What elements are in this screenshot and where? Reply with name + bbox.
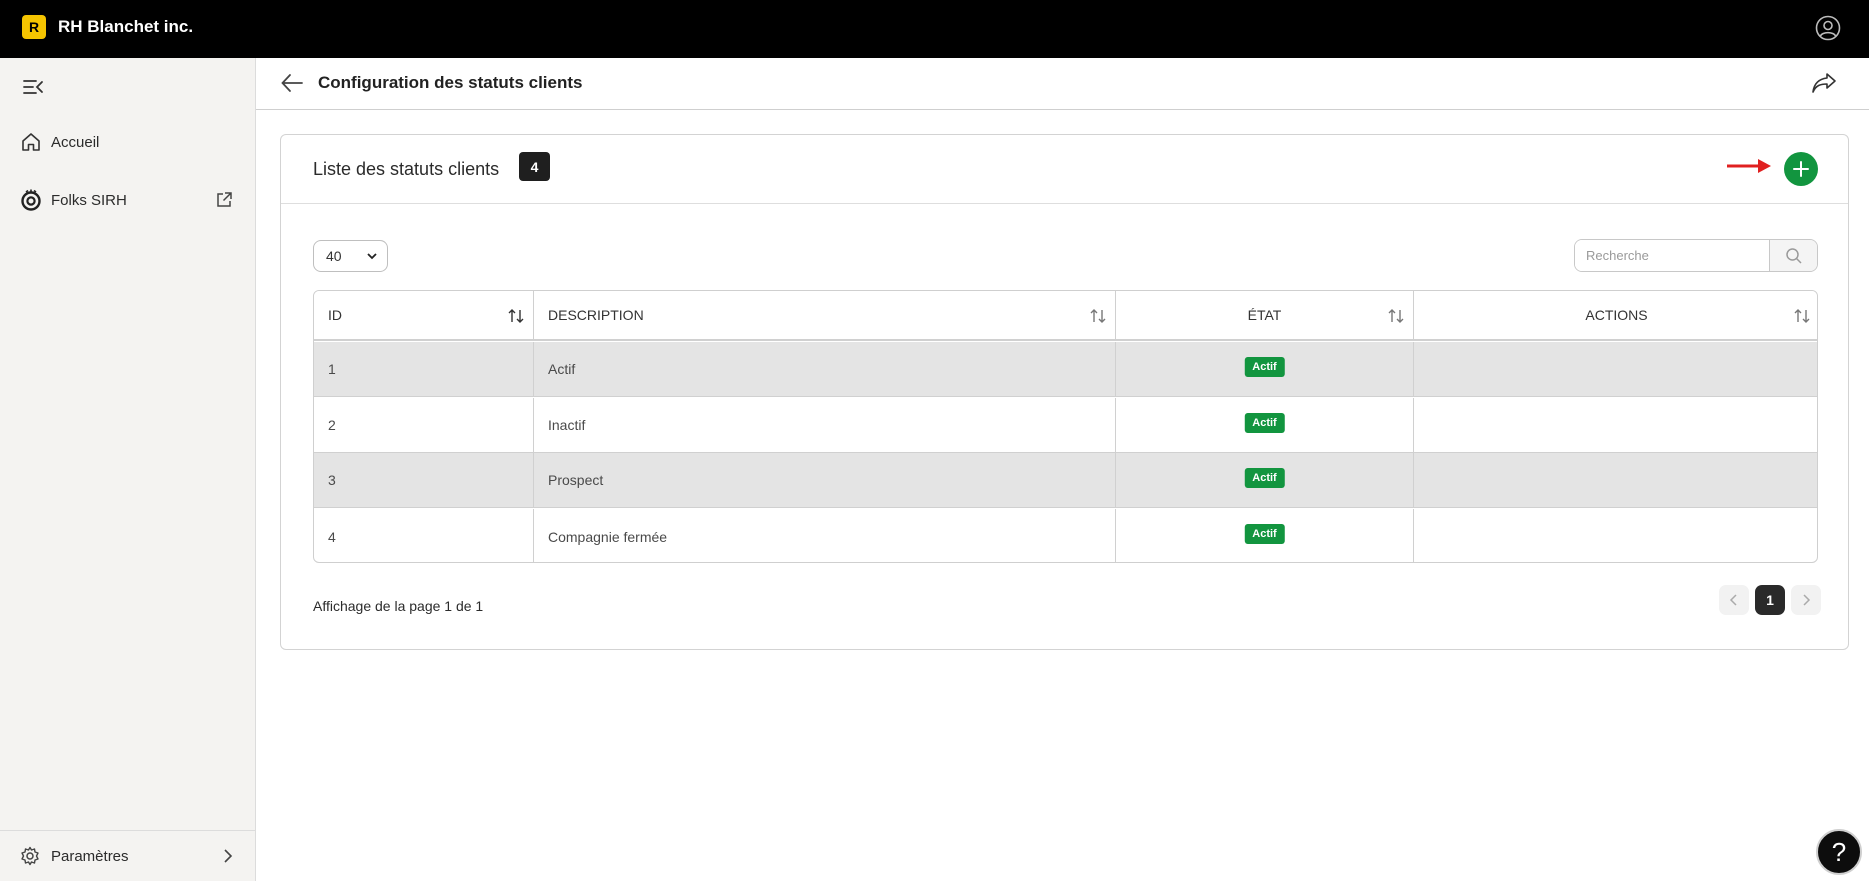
cell-id: 2 — [314, 398, 534, 452]
chevron-left-icon — [1729, 594, 1737, 606]
sidebar-item-folks-sirh[interactable]: Folks SIRH — [0, 180, 256, 220]
status-table: ID DESCRIPTION ÉTAT ACTIONS 1 Actif Acti… — [313, 290, 1818, 563]
column-header-etat[interactable]: ÉTAT — [1116, 291, 1414, 339]
folks-icon — [21, 189, 41, 211]
row-id: 3 — [328, 472, 336, 488]
user-account-icon[interactable] — [1815, 15, 1841, 41]
back-arrow-icon[interactable] — [280, 72, 304, 94]
table-row[interactable]: 1 Actif Actif — [314, 342, 1817, 397]
card-title: Liste des statuts clients — [313, 159, 500, 179]
column-header-id[interactable]: ID — [314, 291, 534, 339]
row-id: 4 — [328, 528, 336, 545]
cell-actions — [1414, 342, 1817, 396]
cell-state: Actif — [1116, 398, 1414, 452]
brand-logo[interactable]: R — [22, 15, 46, 39]
cell-actions — [1414, 398, 1817, 452]
table-header-row: ID DESCRIPTION ÉTAT ACTIONS — [314, 291, 1817, 341]
pagination-info: Affichage de la page 1 de 1 — [313, 598, 484, 614]
card-header: Liste des statuts clients 4 — [281, 135, 1848, 204]
search-input[interactable] — [1575, 240, 1771, 271]
column-header-label: ACTIONS — [1585, 307, 1648, 323]
sort-icon[interactable] — [507, 308, 525, 324]
cell-state: Actif — [1116, 509, 1414, 562]
row-description: Compagnie fermée — [548, 528, 668, 545]
chevron-down-icon — [367, 253, 377, 260]
chevron-right-icon — [1803, 594, 1811, 606]
page-size-value: 40 — [326, 248, 342, 264]
page-header: Configuration des statuts clients — [256, 58, 1869, 110]
row-description: Inactif — [548, 417, 586, 433]
row-id: 1 — [328, 361, 336, 377]
cell-actions — [1414, 453, 1817, 507]
status-list-card: Liste des statuts clients 4 40 Recherche… — [280, 134, 1849, 650]
column-header-label: ÉTAT — [1247, 307, 1282, 323]
column-header-label: DESCRIPTION — [548, 307, 644, 323]
search-box — [1574, 239, 1818, 272]
sort-icon[interactable] — [1793, 308, 1811, 324]
top-bar: R RH Blanchet inc. — [0, 0, 1869, 58]
sidebar-item-parametres[interactable]: Paramètres — [0, 830, 256, 881]
table-row[interactable]: 3 Prospect Actif — [314, 453, 1817, 508]
cell-description: Actif — [534, 342, 1116, 396]
status-badge: Actif — [1244, 413, 1285, 433]
page-size-select[interactable]: 40 — [313, 240, 388, 272]
brand-name[interactable]: RH Blanchet inc. — [58, 17, 193, 37]
sidebar-item-accueil[interactable]: Accueil — [0, 122, 256, 162]
table-row[interactable]: 2 Inactif Actif — [314, 398, 1817, 453]
gear-icon — [21, 846, 39, 866]
cell-state: Actif — [1116, 453, 1414, 507]
previous-page-button[interactable] — [1719, 585, 1749, 615]
cell-description: Prospect — [534, 453, 1116, 507]
page-title: Configuration des statuts clients — [318, 73, 583, 92]
cell-state: Actif — [1116, 342, 1414, 396]
cell-id: 1 — [314, 342, 534, 396]
sort-icon[interactable] — [1089, 308, 1107, 324]
table-row[interactable]: 4 Compagnie fermée Actif — [314, 509, 1817, 562]
cell-id: 3 — [314, 453, 534, 507]
status-badge: Actif — [1244, 468, 1285, 488]
chevron-right-icon — [224, 849, 233, 863]
cell-actions — [1414, 509, 1817, 562]
cell-id: 4 — [314, 509, 534, 562]
cell-description: Inactif — [534, 398, 1116, 452]
pagination: 1 — [1719, 585, 1821, 615]
cell-description: Compagnie fermée — [534, 509, 1116, 562]
external-link-icon[interactable] — [215, 191, 233, 209]
row-description: Actif — [548, 361, 576, 377]
sort-icon[interactable] — [1387, 308, 1405, 324]
collapse-sidebar-icon[interactable] — [22, 78, 44, 96]
red-arrow-annotation-icon — [1727, 159, 1771, 173]
count-badge: 4 — [519, 152, 550, 181]
home-icon — [22, 133, 40, 151]
sidebar: Accueil Folks SIRH Paramètres — [0, 58, 256, 881]
row-description: Prospect — [548, 472, 604, 488]
search-icon — [1785, 247, 1802, 264]
help-button[interactable]: ? — [1816, 829, 1862, 875]
sidebar-item-label: Paramètres — [51, 848, 129, 865]
search-button[interactable] — [1770, 240, 1817, 271]
plus-icon — [1793, 161, 1809, 177]
row-id: 2 — [328, 417, 336, 433]
status-badge: Actif — [1244, 357, 1285, 377]
status-badge: Actif — [1244, 524, 1285, 544]
add-status-button[interactable] — [1784, 152, 1818, 186]
page-number-button[interactable]: 1 — [1755, 585, 1785, 615]
share-icon[interactable] — [1811, 71, 1837, 95]
column-header-description[interactable]: DESCRIPTION — [534, 291, 1116, 339]
column-header-label: ID — [328, 307, 342, 323]
column-header-actions[interactable]: ACTIONS — [1414, 291, 1817, 339]
sidebar-item-label: Accueil — [51, 133, 100, 151]
next-page-button[interactable] — [1791, 585, 1821, 615]
sidebar-item-label: Folks SIRH — [51, 191, 127, 209]
